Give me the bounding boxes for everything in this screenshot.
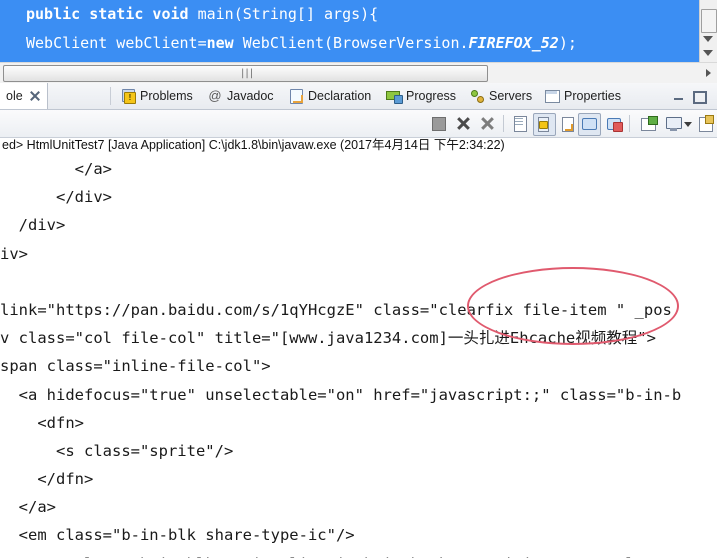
problems-icon (120, 88, 136, 104)
tab-divider (110, 87, 111, 105)
tab-servers-label: Servers (489, 89, 533, 103)
console-line: <s class="sprite"/> (0, 441, 234, 460)
tab-javadoc[interactable]: Javadoc (201, 83, 280, 109)
console-text[interactable]: </a> </div> /div> iv> link="https://pan.… (0, 155, 717, 558)
remove-all-terminated-icon[interactable] (479, 115, 496, 132)
toolbar-divider (503, 115, 504, 132)
console-line: <em class="b-in-blk share-type-ic"/> (0, 526, 355, 545)
console-line: </dfn> (0, 470, 94, 489)
tab-javadoc-label: Javadoc (227, 89, 274, 103)
open-console-icon[interactable] (640, 115, 658, 132)
scroll-down-arrow-icon[interactable] (703, 36, 713, 42)
tab-servers[interactable]: Servers (463, 83, 538, 109)
tab-problems[interactable]: Problems (114, 83, 199, 109)
show-console-on-error-icon[interactable] (606, 115, 623, 132)
tab-problems-label: Problems (140, 89, 193, 103)
code-line-2: WebClient webClient=new WebClient(Browse… (0, 29, 700, 58)
code-line-1: public static void main(String[] args){ (0, 0, 700, 29)
console-line: span class="inline-file-col"> (0, 357, 271, 376)
tab-progress-label: Progress (406, 89, 457, 103)
console-line: <dfn> (0, 413, 84, 432)
tab-properties-label: Properties (564, 89, 621, 103)
clear-console-icon[interactable] (512, 115, 529, 132)
properties-icon (544, 88, 560, 104)
tab-properties[interactable]: Properties (538, 83, 627, 109)
tab-console-label: ole (6, 89, 23, 103)
minimize-view-icon[interactable] (673, 91, 685, 102)
console-line: </div> (0, 188, 112, 207)
console-launch-header: ed> HtmlUnitTest7 [Java Application] C:\… (2, 138, 505, 152)
console-dropdown-icon[interactable] (681, 115, 698, 132)
editor-vertical-scroll-thumb[interactable] (701, 9, 717, 33)
code-keyword-new: new (206, 34, 234, 52)
console-line: </a> (0, 498, 56, 517)
console-line: link="https://pan.baidu.com/s/1qYHcgzE" … (0, 300, 672, 319)
console-line: </a> (0, 160, 112, 178)
code-constant-firefox: FIREFOX_52 (468, 34, 559, 52)
tab-declaration[interactable]: Declaration (282, 83, 377, 109)
word-wrap-icon[interactable] (559, 115, 576, 132)
console-line: <span class="b-in-blk sprite-list-ic b-i… (0, 550, 717, 558)
console-toolbar (0, 110, 717, 138)
servers-icon (469, 88, 485, 104)
tab-progress[interactable]: Progress (380, 83, 462, 109)
eclipse-ide-window: public static void main(String[] args){ … (0, 0, 717, 558)
code-keyword-signature: public static void (26, 5, 189, 23)
console-output-panel[interactable]: ed> HtmlUnitTest7 [Java Application] C:\… (0, 138, 717, 558)
code-line-2-a: WebClient webClient= (26, 34, 207, 52)
editor-horizontal-scrollbar[interactable]: ||| (0, 62, 717, 84)
view-tab-bar: ole Problems Javadoc Declaration Progres… (0, 83, 717, 110)
code-line-2-c: ); (558, 34, 577, 52)
javadoc-icon (207, 88, 223, 104)
close-icon[interactable] (29, 90, 41, 102)
editor-vertical-scrollbar[interactable] (699, 0, 717, 62)
code-editor-selection[interactable]: public static void main(String[] args){ … (0, 0, 700, 62)
console-line: <a hidefocus="true" unselectable="on" hr… (0, 385, 682, 404)
toolbar-divider-2 (629, 115, 630, 132)
pin-console-icon[interactable] (697, 115, 714, 132)
tab-console[interactable]: ole (0, 83, 48, 109)
console-line: v class="col file-col" title="[www.java1… (0, 329, 656, 348)
show-console-on-output-button[interactable] (578, 113, 601, 136)
maximize-view-icon[interactable] (693, 91, 707, 104)
display-selected-console-icon[interactable] (665, 115, 682, 132)
show-console-on-output-icon (580, 115, 597, 132)
editor-horizontal-scroll-thumb[interactable]: ||| (3, 65, 488, 82)
console-line: /div> (0, 216, 66, 235)
console-line: iv> (0, 244, 28, 263)
scroll-thumb-grip-icon: ||| (241, 68, 255, 79)
declaration-icon (288, 88, 304, 104)
progress-icon (386, 88, 403, 104)
scroll-lock-button[interactable] (533, 113, 556, 136)
code-line-1-rest: main(String[] args){ (188, 5, 379, 23)
scroll-right-arrow-icon[interactable] (706, 69, 711, 77)
remove-launch-icon[interactable] (455, 115, 472, 132)
scroll-lock-icon (535, 115, 552, 132)
terminate-icon[interactable] (430, 115, 447, 132)
code-line-2-b: WebClient(BrowserVersion. (233, 34, 469, 52)
tab-declaration-label: Declaration (308, 89, 372, 103)
scroll-down-arrow-2-icon[interactable] (703, 50, 713, 56)
